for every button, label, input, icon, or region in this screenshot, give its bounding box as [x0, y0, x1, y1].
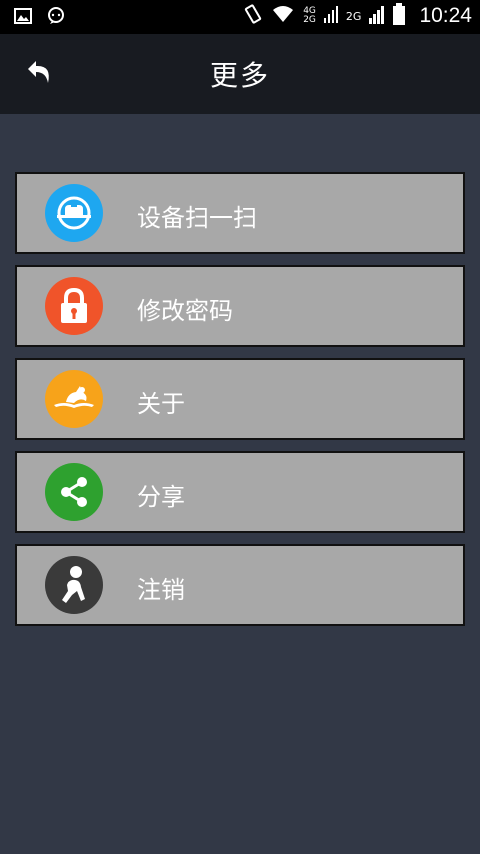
page-title: 更多	[209, 59, 270, 92]
lock-icon	[45, 277, 103, 335]
menu-list: 设备扫一扫 修改密码 关于 分享 注销	[15, 172, 465, 637]
wifi-icon	[271, 4, 295, 28]
gallery-icon	[14, 8, 32, 28]
clock: 10:24	[419, 4, 472, 27]
menu-item-label: 设备扫一扫	[137, 204, 257, 232]
share-icon	[45, 463, 103, 521]
vibrate-icon	[243, 3, 263, 29]
status-left	[14, 7, 66, 29]
network-2g-label-b: 2G	[345, 9, 362, 23]
signal-icon	[323, 5, 338, 27]
menu-item-about[interactable]: 关于	[15, 358, 465, 440]
battery-icon	[393, 3, 406, 29]
menu-item-label: 修改密码	[137, 297, 233, 325]
logout-icon	[45, 556, 103, 614]
menu-item-label: 分享	[137, 483, 185, 511]
network-4g-2g: 4G 2G	[303, 7, 316, 25]
menu-item-share[interactable]: 分享	[15, 451, 465, 533]
scan-icon	[45, 184, 103, 242]
menu-item-change-password[interactable]: 修改密码	[15, 265, 465, 347]
menu-item-logout[interactable]: 注销	[15, 544, 465, 626]
title-bar: 更多	[0, 34, 480, 114]
status-right: 4G 2G 2G 10:24	[243, 3, 472, 29]
about-icon	[45, 370, 103, 428]
network-2g-label: 2G	[303, 15, 316, 25]
status-bar: 4G 2G 2G 10:24	[0, 0, 480, 34]
signal-icon-2	[369, 4, 385, 28]
menu-item-label: 注销	[137, 576, 185, 604]
menu-item-label: 关于	[137, 390, 185, 418]
chat-bubble-icon	[46, 7, 66, 29]
menu-item-scan[interactable]: 设备扫一扫	[15, 172, 465, 254]
